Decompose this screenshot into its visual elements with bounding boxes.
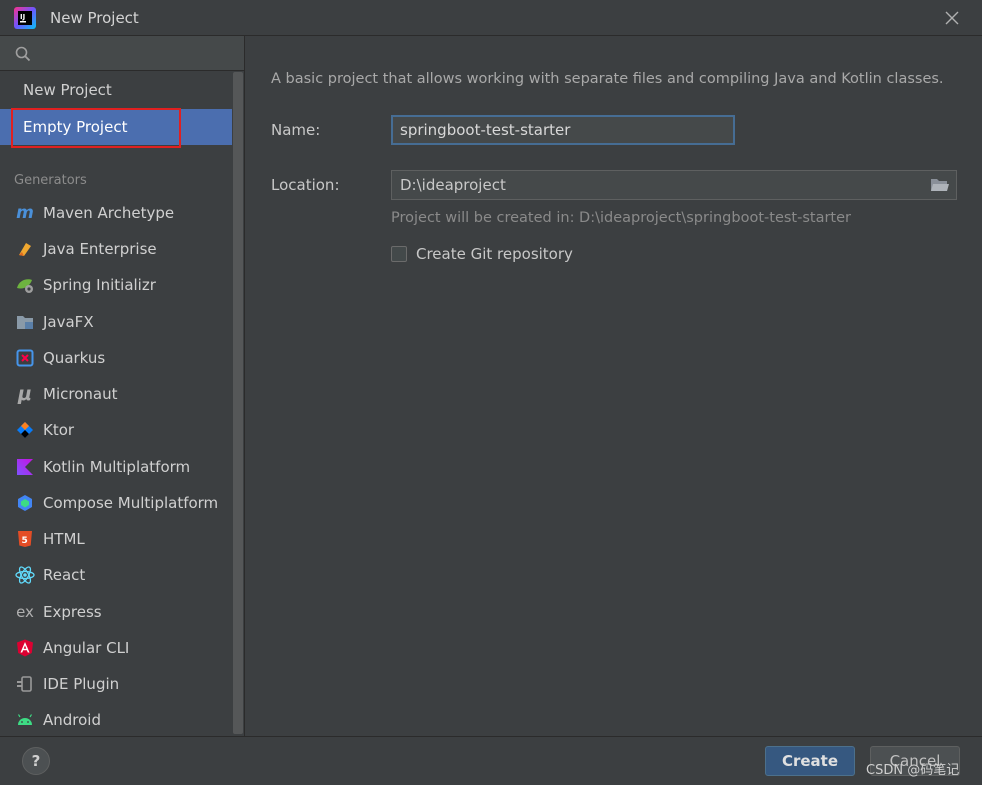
sidebar-item-angular-cli[interactable]: Angular CLI <box>0 631 232 665</box>
location-label: Location: <box>271 176 340 194</box>
sidebar-item-label: Angular CLI <box>43 639 130 657</box>
html5-icon: 5 <box>15 529 35 549</box>
create-button-label: Create <box>781 752 839 770</box>
cancel-button[interactable]: Cancel <box>870 746 960 776</box>
close-icon <box>945 11 959 25</box>
sidebar-item-ide-plugin[interactable]: IDE Plugin <box>0 667 232 701</box>
cancel-button-label: Cancel <box>889 752 941 770</box>
sidebar-item-quarkus[interactable]: Quarkus <box>0 341 232 375</box>
ktor-icon <box>15 420 35 440</box>
sidebar-item-express[interactable]: ex Express <box>0 595 232 629</box>
sidebar-item-kotlin-multiplatform[interactable]: Kotlin Multiplatform <box>0 450 232 484</box>
project-description: A basic project that allows working with… <box>271 71 944 87</box>
micronaut-icon: μ <box>18 383 32 405</box>
git-repository-checkbox[interactable] <box>391 246 407 262</box>
angular-icon <box>15 638 35 658</box>
sidebar-item-label: Spring Initializr <box>43 276 156 294</box>
javafx-icon <box>15 312 35 332</box>
window-title: New Project <box>50 9 139 27</box>
sidebar-item-javafx[interactable]: JavaFX <box>0 305 232 339</box>
sidebar-item-empty-project[interactable]: Empty Project <box>0 109 232 145</box>
location-field <box>391 170 957 200</box>
sidebar-item-label: React <box>43 566 86 584</box>
sidebar-item-label: Express <box>43 603 102 621</box>
git-repository-option[interactable]: Create Git repository <box>391 245 573 263</box>
quarkus-icon <box>15 348 35 368</box>
sidebar-item-label: Maven Archetype <box>43 204 175 222</box>
project-name-input[interactable] <box>391 115 735 145</box>
sidebar-item-new-project[interactable]: New Project <box>0 72 232 108</box>
kotlin-icon <box>15 457 35 477</box>
sidebar-item-compose-multiplatform[interactable]: Compose Multiplatform <box>0 486 232 520</box>
create-button[interactable]: Create <box>765 746 855 776</box>
location-input[interactable] <box>392 171 928 199</box>
sidebar-item-label: Empty Project <box>23 118 128 136</box>
sidebar-item-label: Android <box>43 711 101 729</box>
sidebar-item-label: HTML <box>43 530 85 548</box>
git-repository-label: Create Git repository <box>416 245 573 263</box>
sidebar-item-label: Compose Multiplatform <box>43 494 219 512</box>
sidebar-item-label: Kotlin Multiplatform <box>43 458 191 476</box>
sidebar-item-label: Ktor <box>43 421 75 439</box>
sidebar-item-react[interactable]: React <box>0 558 232 592</box>
sidebar-item-label: New Project <box>23 81 112 99</box>
android-icon <box>15 710 35 730</box>
sidebar-scrollbar[interactable] <box>233 72 243 734</box>
close-button[interactable] <box>942 8 962 28</box>
compose-icon <box>15 493 35 513</box>
sidebar-item-label: Quarkus <box>43 349 106 367</box>
name-label: Name: <box>271 121 321 139</box>
help-icon: ? <box>31 752 41 770</box>
maven-icon: m <box>16 203 34 223</box>
search-bar <box>0 36 244 71</box>
spring-icon <box>15 275 35 295</box>
sidebar-item-spring-initializr[interactable]: Spring Initializr <box>0 268 232 302</box>
intellij-logo-icon: IJ <box>14 7 36 29</box>
browse-folder-icon[interactable] <box>930 176 950 194</box>
sidebar-item-android[interactable]: Android <box>0 703 232 737</box>
location-hint: Project will be created in: D:\ideaproje… <box>391 210 851 226</box>
sidebar-item-label: Java Enterprise <box>43 240 157 258</box>
title-bar: IJ New Project <box>0 0 982 36</box>
sidebar-item-label: Micronaut <box>43 385 118 403</box>
svg-text:5: 5 <box>22 536 28 546</box>
project-settings-panel: A basic project that allows working with… <box>246 36 982 736</box>
search-icon <box>15 46 31 62</box>
generators-section-label: Generators <box>14 173 87 188</box>
sidebar-item-ktor[interactable]: Ktor <box>0 413 232 447</box>
dialog-footer: ? Create Cancel CSDN @码笔记 <box>0 736 982 785</box>
plugin-icon <box>15 674 35 694</box>
help-button[interactable]: ? <box>22 747 50 775</box>
java-enterprise-icon <box>15 239 35 259</box>
sidebar-item-label: IDE Plugin <box>43 675 120 693</box>
svg-text:IJ: IJ <box>20 13 25 21</box>
sidebar-item-micronaut[interactable]: μ Micronaut <box>0 377 232 411</box>
sidebar-item-java-enterprise[interactable]: Java Enterprise <box>0 232 232 266</box>
sidebar-item-label: JavaFX <box>43 313 94 331</box>
sidebar-item-maven-archetype[interactable]: m Maven Archetype <box>0 196 232 230</box>
sidebar-item-html[interactable]: 5 HTML <box>0 522 232 556</box>
express-icon: ex <box>16 603 34 621</box>
react-icon <box>15 565 35 585</box>
project-type-sidebar: New Project Empty Project Generators m M… <box>0 36 245 736</box>
search-input[interactable] <box>38 42 232 66</box>
